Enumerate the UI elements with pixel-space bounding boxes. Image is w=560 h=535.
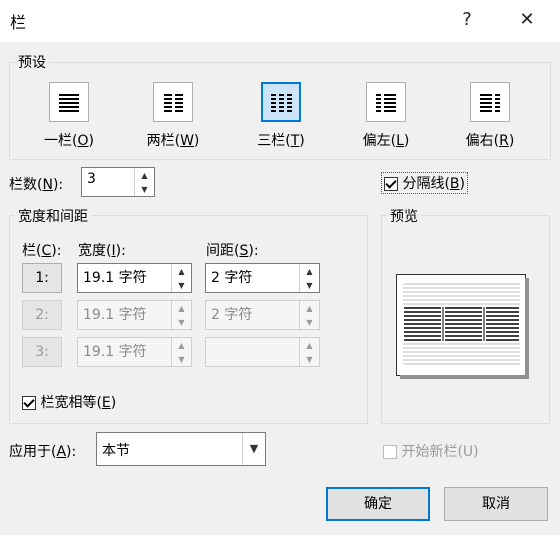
spacing-spinner-3: ▲ ▼	[299, 338, 319, 366]
spin-down-icon[interactable]: ▼	[300, 278, 319, 292]
width-header: 宽度(I):	[78, 243, 126, 259]
spin-up-icon[interactable]: ▲	[172, 264, 191, 278]
column-1-button[interactable]: 1:	[22, 263, 62, 293]
separator-check-icon[interactable]	[384, 177, 398, 191]
width-spinner-1[interactable]: ▲ ▼	[171, 264, 191, 292]
width-spinner-2: ▲ ▼	[171, 301, 191, 329]
columns-count-spinner[interactable]: ▲ ▼	[134, 168, 154, 196]
left-column-icon	[366, 82, 406, 122]
spin-up-icon: ▲	[178, 340, 185, 350]
spacing-spinner-2: ▲ ▼	[299, 301, 319, 329]
spin-down-icon: ▼	[178, 317, 185, 327]
columns-count-input[interactable]: 3 ▲ ▼	[81, 167, 155, 197]
equal-width-check-icon[interactable]	[22, 396, 36, 410]
presets-group-label: 预设	[15, 52, 49, 72]
spacing-spinner-1[interactable]: ▲ ▼	[299, 264, 319, 292]
width-input-2: 19.1 字符 ▲ ▼	[77, 300, 192, 330]
equal-width-checkbox[interactable]: 栏宽相等(E)	[22, 392, 116, 412]
width-spacing-group-label: 宽度和间距	[15, 206, 91, 226]
spin-up-icon: ▲	[306, 303, 313, 313]
window-title: 栏	[10, 13, 27, 32]
spacing-input-2: 2 字符 ▲ ▼	[205, 300, 320, 330]
new-column-check-icon	[383, 445, 397, 459]
spacing-input-1[interactable]: 2 字符 ▲ ▼	[205, 263, 320, 293]
spacing-input-3: ▲ ▼	[205, 337, 320, 367]
column-3-button: 3:	[22, 337, 62, 367]
spin-up-icon: ▲	[306, 340, 313, 350]
preset-one-column[interactable]: 一栏(O)	[38, 82, 100, 150]
width-input-1[interactable]: 19.1 字符 ▲ ▼	[77, 263, 192, 293]
spin-up-icon: ▲	[178, 303, 185, 313]
apply-to-select[interactable]: 本节 ▼	[96, 432, 266, 466]
columns-count-label: 栏数(N):	[9, 177, 64, 193]
preview-page	[396, 274, 529, 379]
right-column-icon	[470, 82, 510, 122]
spin-up-icon[interactable]: ▲	[300, 264, 319, 278]
column-2-button: 2:	[22, 300, 62, 330]
cancel-button[interactable]: 取消	[444, 487, 548, 521]
apply-to-label: 应用于(A):	[9, 444, 77, 460]
three-columns-icon	[261, 82, 301, 122]
width-input-3: 19.1 字符 ▲ ▼	[77, 337, 192, 367]
spin-down-icon[interactable]: ▼	[172, 278, 191, 292]
width-spinner-3: ▲ ▼	[171, 338, 191, 366]
spacing-header: 间距(S):	[206, 243, 259, 259]
spin-up-icon[interactable]: ▲	[135, 168, 154, 182]
help-button[interactable]: ?	[452, 6, 482, 34]
separator-checkbox[interactable]: 分隔线(B)	[381, 172, 468, 194]
close-button[interactable]: ✕	[512, 6, 542, 34]
chevron-down-icon[interactable]: ▼	[242, 433, 265, 465]
preset-right[interactable]: 偏右(R)	[459, 82, 521, 150]
two-columns-icon	[153, 82, 193, 122]
preset-left[interactable]: 偏左(L)	[355, 82, 417, 150]
preview-group-label: 预览	[387, 206, 421, 226]
one-column-icon	[49, 82, 89, 122]
spin-down-icon: ▼	[306, 317, 313, 327]
preset-three-columns[interactable]: 三栏(T)	[250, 82, 312, 150]
ok-button[interactable]: 确定	[326, 487, 430, 521]
new-column-checkbox: 开始新栏(U)	[383, 441, 479, 461]
spin-down-icon: ▼	[306, 354, 313, 364]
spin-down-icon[interactable]: ▼	[135, 182, 154, 196]
col-header: 栏(C):	[22, 243, 62, 259]
spin-down-icon: ▼	[178, 354, 185, 364]
preset-two-columns[interactable]: 两栏(W)	[142, 82, 204, 150]
